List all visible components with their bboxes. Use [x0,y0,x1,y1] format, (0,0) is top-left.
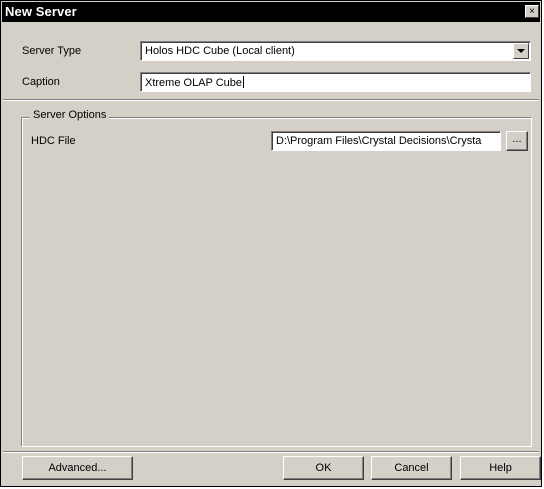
browse-button[interactable]: ... [506,131,528,151]
hdc-file-label: HDC File [31,135,76,147]
server-type-combobox[interactable]: Holos HDC Cube (Local client) [140,41,531,61]
caption-value: Xtreme OLAP Cube [145,77,243,89]
text-caret [243,76,245,88]
divider [3,99,539,101]
cancel-button[interactable]: Cancel [371,456,452,480]
help-button[interactable]: Help [460,456,541,480]
server-options-group [21,117,532,447]
new-server-dialog: New Server × Server Type Holos HDC Cube … [0,0,542,487]
window-title: New Server [5,4,77,19]
server-type-label: Server Type [22,45,82,57]
server-type-value: Holos HDC Cube (Local client) [145,45,295,57]
divider-bottom [3,451,539,453]
advanced-button[interactable]: Advanced... [22,456,133,480]
ok-button[interactable]: OK [283,456,364,480]
caption-label: Caption [22,76,60,88]
chevron-down-icon[interactable] [513,43,529,59]
hdc-file-value: D:\Program Files\Crystal Decisions\Cryst… [276,135,482,147]
caption-input[interactable]: Xtreme OLAP Cube [140,72,531,92]
close-icon[interactable]: × [525,5,539,18]
server-options-legend: Server Options [30,109,110,121]
title-bar[interactable]: New Server × [2,2,540,22]
hdc-file-input[interactable]: D:\Program Files\Crystal Decisions\Cryst… [271,131,501,151]
